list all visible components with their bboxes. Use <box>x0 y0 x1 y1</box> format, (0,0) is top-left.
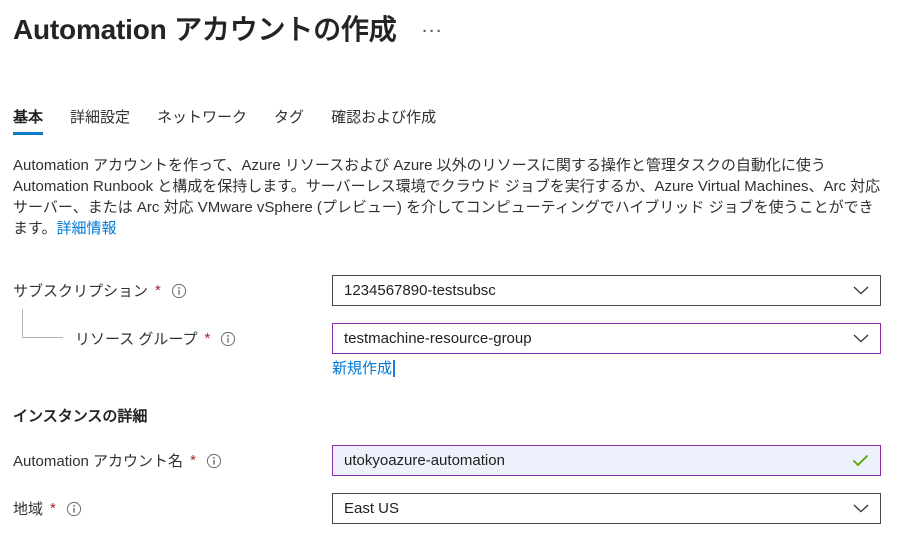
check-icon <box>852 454 869 467</box>
tree-connector <box>22 309 63 338</box>
info-icon <box>220 331 236 347</box>
chevron-down-icon <box>853 504 869 513</box>
chevron-down-icon <box>853 286 869 295</box>
more-icon[interactable]: ··· <box>423 24 444 39</box>
required-asterisk: * <box>205 330 211 347</box>
tab-basics[interactable]: 基本 <box>13 108 43 135</box>
wizard-tabs: 基本 詳細設定 ネットワーク タグ 確認および作成 <box>13 108 881 135</box>
region-value: East US <box>344 500 853 517</box>
tab-networking[interactable]: ネットワーク <box>157 108 247 135</box>
subscription-row: サブスクリプション * 1234567890-testsubsc <box>13 275 881 306</box>
blade-description: Automation アカウントを作って、Azure リソースおよび Azure… <box>13 155 885 239</box>
resource-group-actions: 新規作成 <box>13 359 881 378</box>
tab-tags[interactable]: タグ <box>274 108 304 135</box>
basics-form: サブスクリプション * 1234567890-testsubsc リソース グルー… <box>13 275 881 524</box>
region-row: 地域 * East US <box>13 493 881 524</box>
create-new-link[interactable]: 新規作成 <box>332 359 392 378</box>
subscription-label-text: サブスクリプション <box>13 280 148 301</box>
resource-group-value: testmachine-resource-group <box>344 330 853 347</box>
tab-review-create[interactable]: 確認および作成 <box>331 108 436 135</box>
account-name-field <box>332 445 881 476</box>
info-icon <box>66 501 82 517</box>
region-label: 地域 * <box>13 498 332 519</box>
required-asterisk: * <box>190 452 196 469</box>
resource-group-select[interactable]: testmachine-resource-group <box>332 323 881 354</box>
subscription-value: 1234567890-testsubsc <box>344 282 853 299</box>
resource-group-row: リソース グループ * testmachine-resource-group <box>13 323 881 354</box>
account-name-label-text: Automation アカウント名 <box>13 450 183 471</box>
subscription-select[interactable]: 1234567890-testsubsc <box>332 275 881 306</box>
account-name-row: Automation アカウント名 * <box>13 445 881 476</box>
chevron-down-icon <box>853 334 869 343</box>
subscription-label: サブスクリプション * <box>13 280 332 301</box>
resource-group-label-text: リソース グループ <box>75 328 198 349</box>
instance-details-header: インスタンスの詳細 <box>13 405 881 426</box>
info-icon <box>206 453 222 469</box>
tab-advanced[interactable]: 詳細設定 <box>70 108 130 135</box>
page-title: Automation アカウントの作成 <box>13 8 397 48</box>
blade-header: Automation アカウントの作成 ··· <box>13 8 881 48</box>
required-asterisk: * <box>50 500 56 517</box>
account-name-input[interactable] <box>344 446 852 475</box>
description-text: Automation アカウントを作って、Azure リソースおよび Azure… <box>13 157 880 237</box>
region-select[interactable]: East US <box>332 493 881 524</box>
required-asterisk: * <box>155 282 161 299</box>
text-caret <box>393 360 395 377</box>
create-automation-account-blade: Automation アカウントの作成 ··· 基本 詳細設定 ネットワーク タ… <box>13 8 881 524</box>
learn-more-link[interactable]: 詳細情報 <box>57 220 117 237</box>
account-name-label: Automation アカウント名 * <box>13 450 332 471</box>
region-label-text: 地域 <box>13 498 43 519</box>
info-icon <box>171 283 187 299</box>
